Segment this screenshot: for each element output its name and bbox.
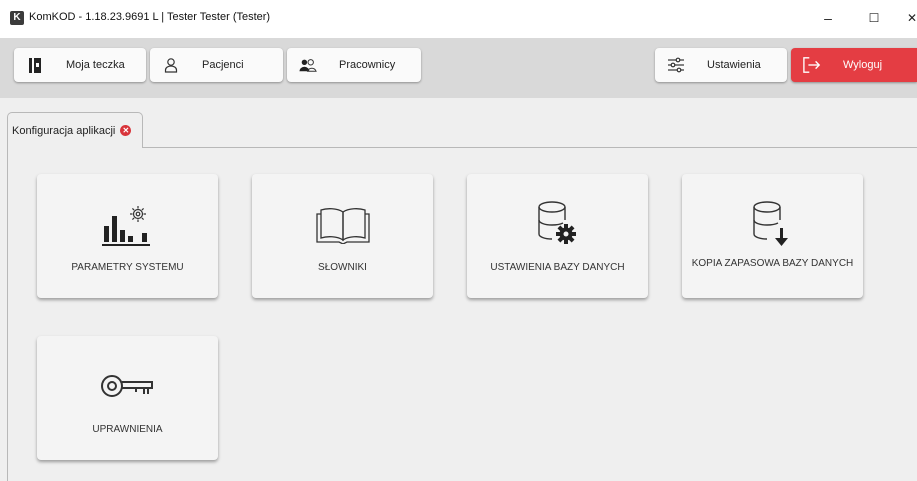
logout-button[interactable]: Wyloguj [791, 48, 917, 82]
patients-button[interactable]: Pacjenci [150, 48, 283, 82]
tab-divider [143, 147, 917, 148]
tile-label: PARAMETRY SYSTEMU [71, 262, 184, 273]
tile-label: KOPIA ZAPASOWA BAZY DANYCH [691, 258, 854, 269]
main-toolbar: Moja teczka Pacjenci Pracownicy Ustawien… [0, 38, 917, 98]
tab-label: Konfiguracja aplikacji [12, 124, 116, 137]
key-icon [37, 362, 218, 410]
window-title: KomKOD - 1.18.23.9691 L | Tester Tester … [29, 11, 271, 23]
my-folder-label: Moja teczka [66, 59, 125, 71]
sliders-icon [667, 56, 685, 74]
settings-label: Ustawienia [707, 59, 761, 71]
tile-label: SŁOWNIKI [318, 262, 367, 273]
app-logo-icon: K [10, 11, 24, 25]
panel-border [7, 148, 8, 481]
person-icon [162, 56, 180, 74]
tile-database-settings[interactable]: USTAWIENIA BAZY DANYCH [467, 174, 648, 298]
settings-button[interactable]: Ustawienia [655, 48, 787, 82]
tile-permissions[interactable]: UPRAWNIENIA [37, 336, 218, 460]
close-window-button[interactable]: ✕ [902, 9, 917, 27]
title-bar: K KomKOD - 1.18.23.9691 L | Tester Teste… [0, 0, 917, 38]
tab-strip: Konfiguracja aplikacji ✕ [0, 98, 917, 148]
tile-label: USTAWIENIA BAZY DANYCH [490, 262, 625, 273]
close-circle-icon[interactable]: ✕ [120, 125, 132, 136]
tab-app-configuration[interactable]: Konfiguracja aplikacji ✕ [7, 112, 143, 148]
open-book-icon [252, 200, 433, 248]
tile-label: UPRAWNIENIA [92, 424, 163, 435]
folder-icon [26, 56, 44, 74]
maximize-button[interactable]: ☐ [864, 9, 884, 27]
tile-database-backup[interactable]: KOPIA ZAPASOWA BAZY DANYCH [682, 174, 863, 298]
database-download-icon [682, 200, 863, 248]
employees-button[interactable]: Pracownicy [287, 48, 421, 82]
database-gear-icon [467, 200, 648, 248]
logout-label: Wyloguj [843, 59, 883, 71]
employees-label: Pracownicy [339, 59, 396, 71]
tile-dictionaries[interactable]: SŁOWNIKI [252, 174, 433, 298]
minimize-button[interactable]: – [818, 9, 838, 27]
content-area: Konfiguracja aplikacji ✕ PARAMETRY SYSTE… [0, 98, 917, 481]
tile-system-parameters[interactable]: PARAMETRY SYSTEMU [37, 174, 218, 298]
patients-label: Pacjenci [202, 59, 244, 71]
logout-icon [803, 56, 821, 74]
my-folder-button[interactable]: Moja teczka [14, 48, 146, 82]
chart-gear-icon [37, 200, 218, 248]
people-icon [299, 56, 317, 74]
